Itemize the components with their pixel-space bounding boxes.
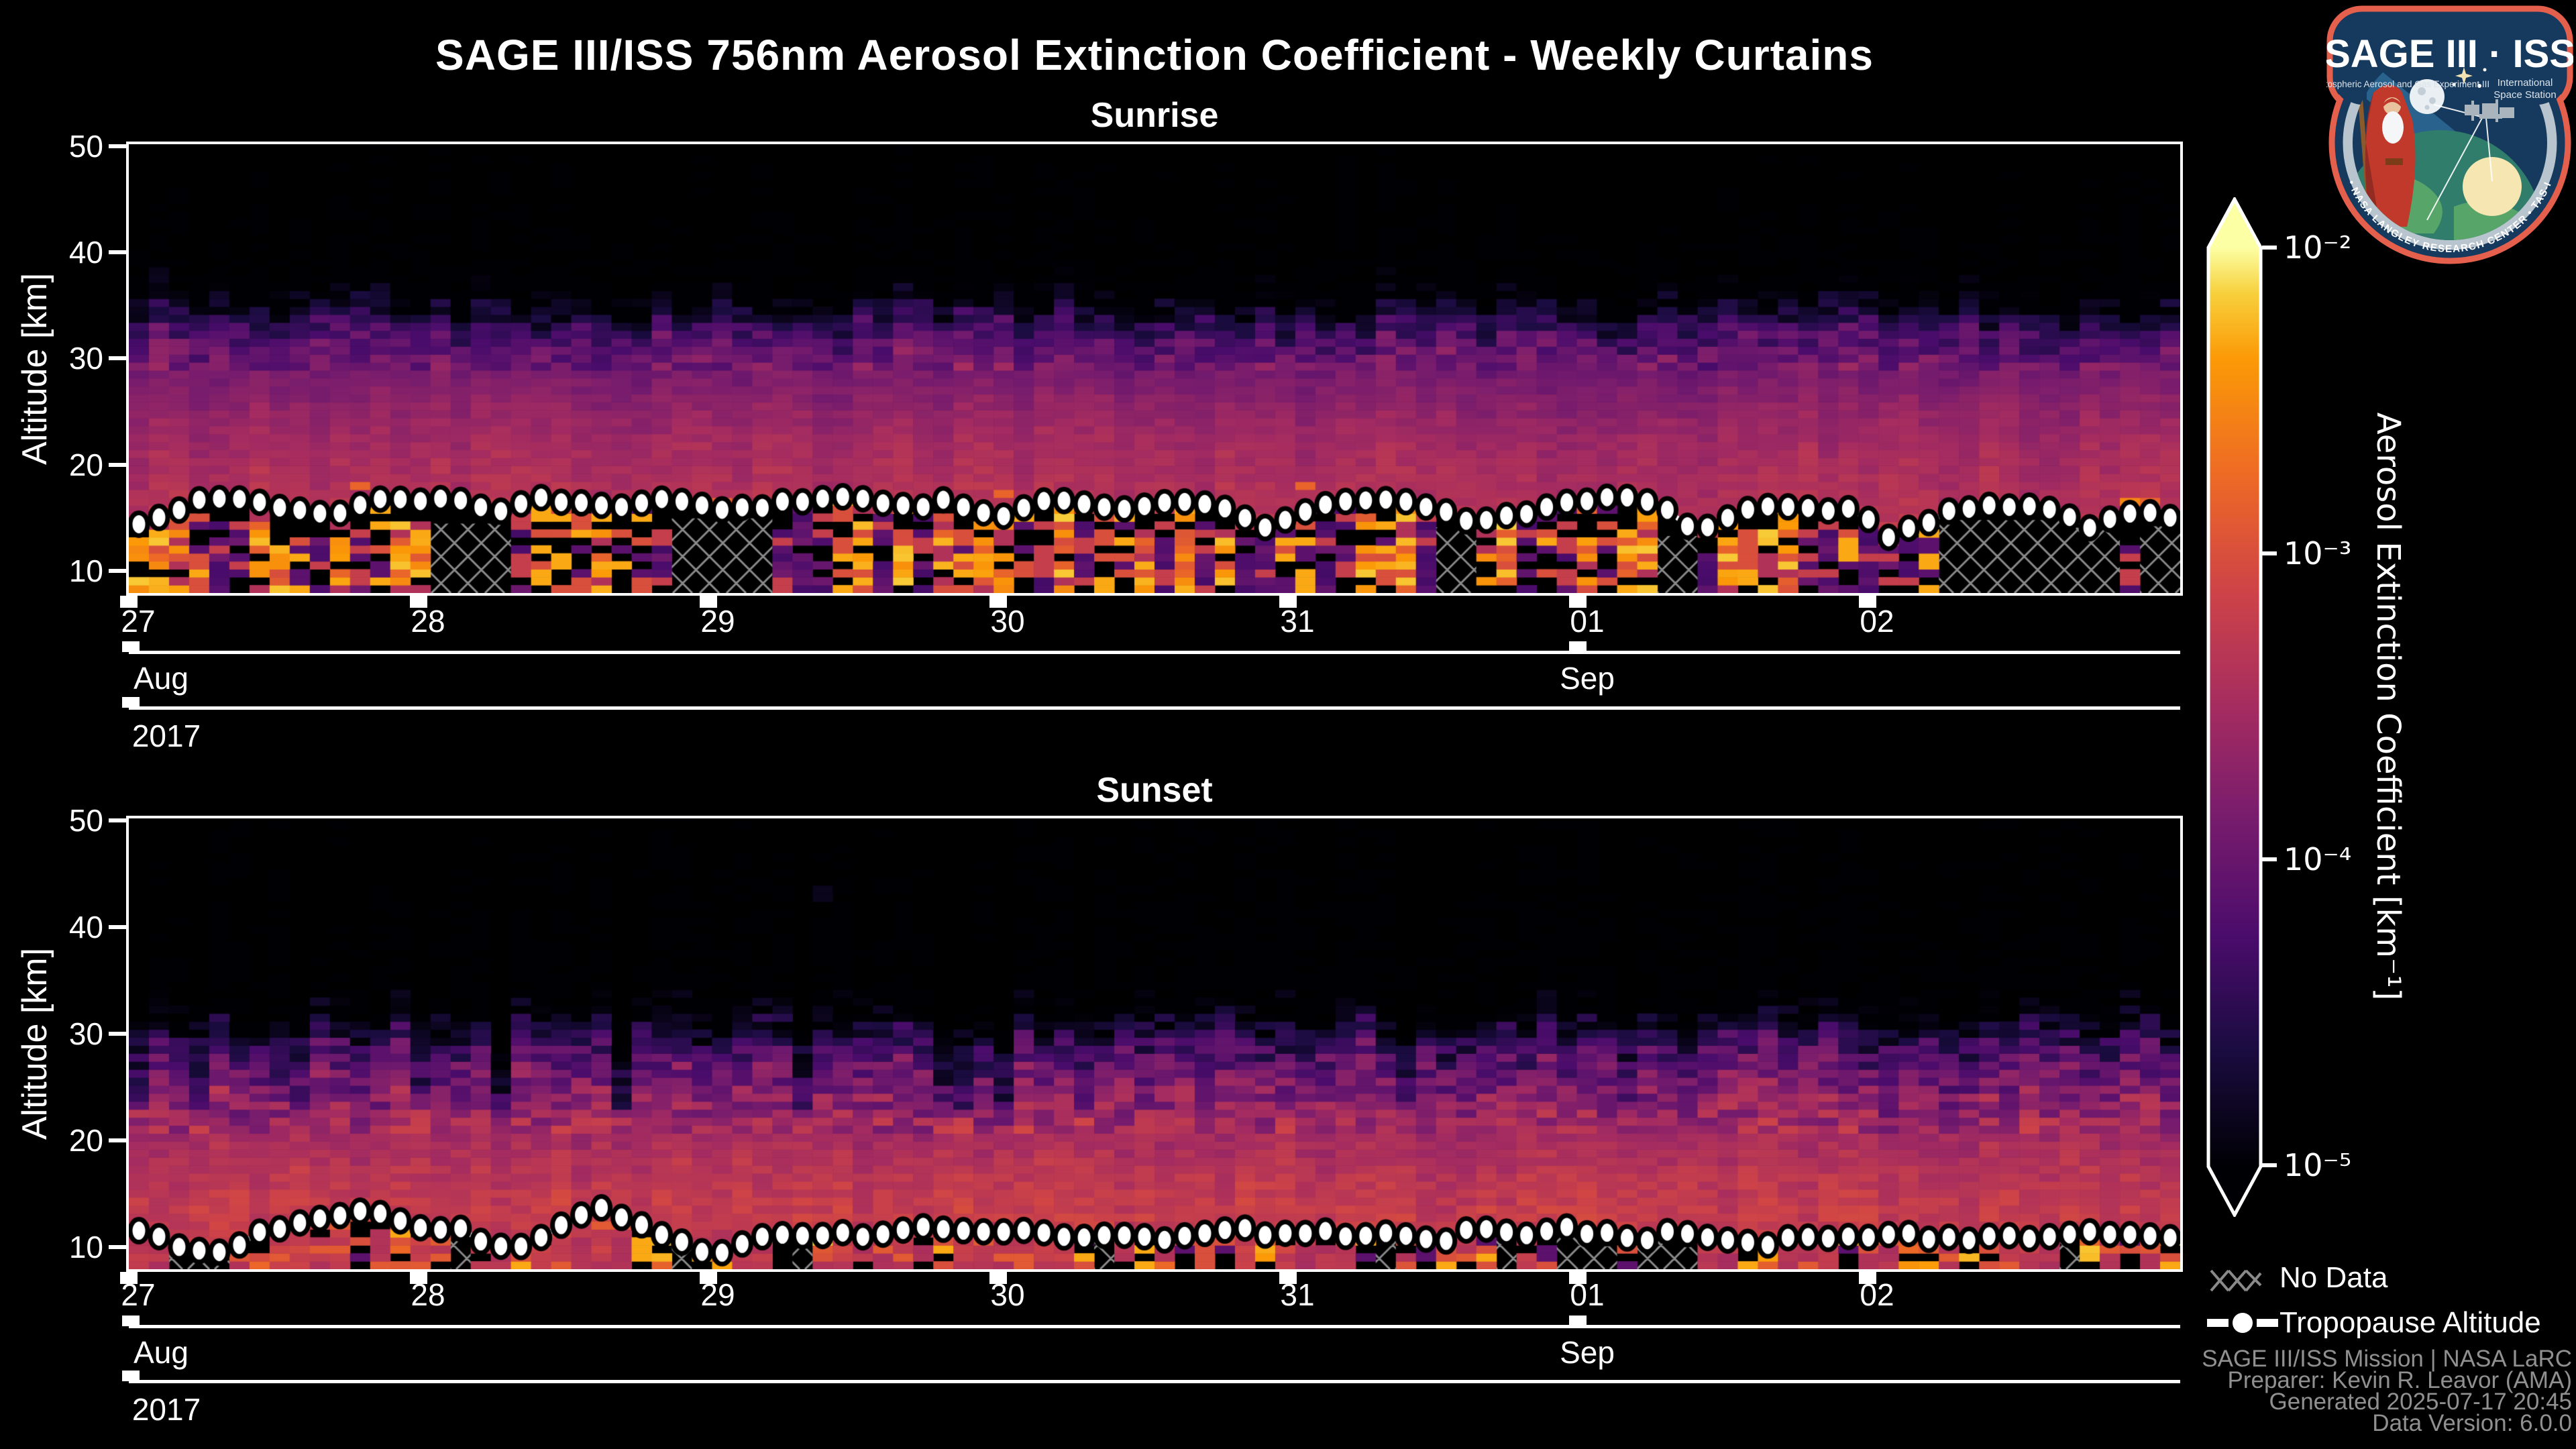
- altitude-tick: [109, 144, 126, 149]
- altitude-tick: [109, 1244, 126, 1249]
- altitude-tick-label: 30: [68, 1016, 103, 1051]
- sunrise-year-tick: [122, 697, 140, 708]
- sunset-month-tick-aug: [122, 1316, 140, 1326]
- colorbar-axis-label: Aerosol Extinction Coefficient [km⁻¹]: [2369, 412, 2407, 1001]
- altitude-tick: [109, 1031, 126, 1036]
- altitude-tick-label: 30: [68, 341, 103, 376]
- day-tick-label: 27: [121, 1277, 156, 1312]
- sunset-year-axis-line: [129, 1380, 2180, 1383]
- altitude-tick-label: 20: [68, 1122, 103, 1158]
- sunset-panel-title: Sunset: [1096, 771, 1213, 810]
- day-tick-label: 28: [411, 604, 445, 639]
- colorbar-ticklabel-1e-3: 10⁻³: [2284, 535, 2352, 572]
- attribution-data-version: Data Version: 6.0.0: [2372, 1410, 2572, 1436]
- altitude-tick: [109, 568, 126, 573]
- colorbar-tick-1e-2: [2262, 246, 2277, 250]
- sunrise-year-axis-line: [129, 706, 2180, 710]
- sunrise-month-label-aug: Aug: [133, 661, 189, 696]
- altitude-tick: [109, 818, 126, 823]
- altitude-tick-label: 10: [68, 553, 103, 588]
- day-tick-label: 31: [1280, 604, 1315, 639]
- sunset-month-axis-line: [129, 1325, 2180, 1328]
- altitude-tick: [109, 925, 126, 930]
- tropopause-legend-label: Tropopause Altitude: [2279, 1306, 2541, 1339]
- colorbar-ticklabel-1e-4: 10⁻⁴: [2284, 841, 2352, 877]
- no-data-legend-label: No Data: [2279, 1261, 2388, 1294]
- sunrise-year-label: 2017: [131, 718, 201, 753]
- colorbar-tick-1e-3: [2262, 551, 2277, 555]
- altitude-tick: [109, 250, 126, 255]
- colorbar-ticklabel-1e-5: 10⁻⁵: [2284, 1147, 2352, 1183]
- day-tick-label: 27: [121, 604, 156, 639]
- logo-sun: [2463, 157, 2522, 216]
- page-title: SAGE III/ISS 756nm Aerosol Extinction Co…: [435, 31, 1874, 79]
- sunset-month-tick-sep: [1569, 1316, 1587, 1326]
- altitude-tick-label: 10: [68, 1229, 103, 1265]
- no-data-hatch-icon: [2210, 1269, 2262, 1292]
- colorbar-tick-1e-5: [2262, 1163, 2277, 1167]
- sage-iii-iss-mission-logo: SAGE III · ISS Stratospheric Aerosol and…: [2326, 5, 2573, 264]
- sunset-heatmap-canvas: [126, 816, 2183, 1272]
- day-tick-label: 01: [1570, 604, 1605, 639]
- altitude-tick-label: 20: [68, 447, 103, 482]
- logo-title-text: SAGE III · ISS: [2326, 32, 2573, 76]
- sunset-month-label-aug: Aug: [133, 1335, 189, 1370]
- sunset-month-label-sep: Sep: [1560, 1335, 1615, 1370]
- sunrise-month-tick-aug: [122, 641, 140, 652]
- sunrise-month-label-sep: Sep: [1560, 661, 1615, 696]
- day-tick-label: 02: [1860, 604, 1894, 639]
- day-tick-label: 02: [1860, 1277, 1894, 1312]
- day-tick-label: 01: [1570, 1277, 1605, 1312]
- sunset-year-label: 2017: [131, 1392, 201, 1427]
- day-tick-label: 30: [990, 604, 1025, 639]
- sunrise-panel-title: Sunrise: [1090, 96, 1219, 135]
- day-tick-label: 29: [700, 604, 735, 639]
- colorbar-tick-1e-4: [2262, 857, 2277, 861]
- altitude-tick: [109, 1138, 126, 1142]
- day-tick-label: 28: [411, 1277, 445, 1312]
- logo-subtitle-right-2: Space Station: [2493, 89, 2556, 101]
- altitude-tick-label: 40: [68, 235, 103, 270]
- colorbar: [2206, 197, 2263, 1217]
- altitude-tick-label: 50: [68, 803, 103, 839]
- logo-subtitle-left: Stratospheric Aerosol and Gas Experiment…: [2326, 79, 2489, 89]
- sunset-year-tick: [122, 1371, 140, 1381]
- altitude-tick: [109, 356, 126, 361]
- tropopause-legend-icon: [2207, 1313, 2278, 1333]
- altitude-tick-label: 50: [68, 129, 103, 164]
- colorbar-gradient-arrow: [2206, 197, 2263, 1217]
- sunrise-month-tick-sep: [1569, 641, 1587, 652]
- day-tick-label: 29: [700, 1277, 735, 1312]
- day-tick-label: 31: [1280, 1277, 1315, 1312]
- day-tick-label: 30: [990, 1277, 1025, 1312]
- sunrise-heatmap-canvas: [126, 142, 2183, 596]
- altitude-tick: [109, 462, 126, 467]
- logo-subtitle-right-1: International: [2498, 77, 2553, 89]
- sunrise-month-axis-line: [129, 651, 2180, 654]
- altitude-tick-label: 40: [68, 910, 103, 945]
